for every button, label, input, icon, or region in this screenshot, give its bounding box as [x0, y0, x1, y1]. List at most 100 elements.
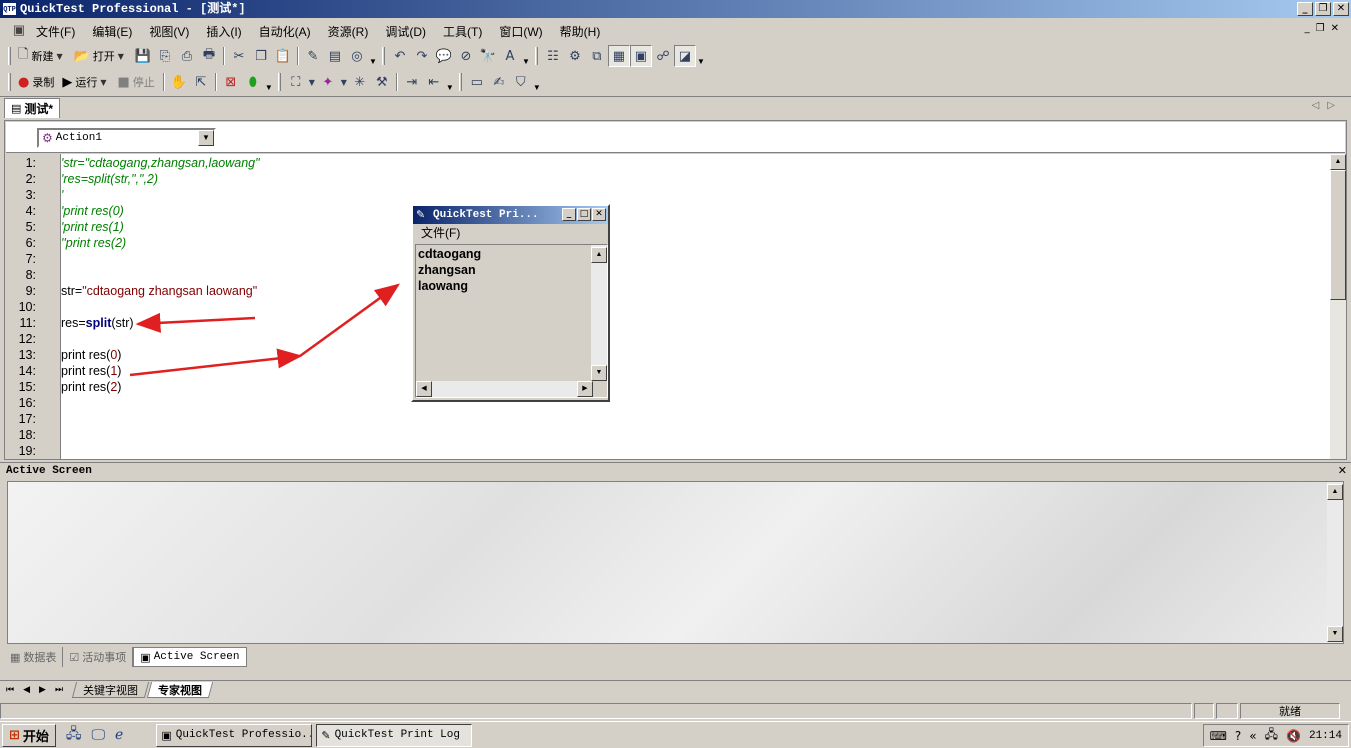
close-button[interactable]: ✕ — [592, 208, 606, 221]
scroll-up-icon[interactable]: ▲ — [591, 247, 607, 263]
step-icon[interactable]: ✳ — [349, 71, 371, 93]
analog-recording-icon[interactable]: ✋ — [168, 71, 190, 93]
menu-help[interactable]: 帮助(H) — [560, 23, 601, 40]
save-icon[interactable]: 💾 — [132, 45, 154, 67]
prev-icon[interactable]: ◀ — [23, 685, 30, 695]
replace-icon[interactable]: A — [499, 45, 521, 67]
step-into-icon[interactable]: ⇥ — [401, 71, 423, 93]
last-icon[interactable]: ⏭ — [55, 685, 63, 695]
object-repository-icon[interactable]: ⧉ — [586, 45, 608, 67]
help-icon[interactable]: ? — [1235, 729, 1241, 743]
maximize-button[interactable]: □ — [577, 208, 591, 221]
next-icon[interactable]: ▶ — [39, 685, 46, 695]
close-button[interactable]: ✕ — [1333, 2, 1349, 16]
redo-icon[interactable]: ↷ — [411, 45, 433, 67]
results-icon[interactable]: ⊠ — [220, 71, 242, 93]
data-table-icon[interactable]: ▦ — [607, 45, 630, 67]
step-generator-icon[interactable]: ⚒ — [371, 71, 393, 93]
menu-insert[interactable]: 插入(I) — [206, 23, 241, 40]
options-icon[interactable]: ✍ — [488, 71, 510, 93]
properties-icon[interactable]: ▤ — [324, 45, 346, 67]
cut-icon[interactable]: ✂ — [228, 45, 250, 67]
debug-viewer-icon[interactable]: ◪ — [673, 45, 696, 67]
menu-resources[interactable]: 资源(R) — [328, 23, 369, 40]
keyword-view-icon[interactable]: ▭ — [466, 71, 488, 93]
record-button[interactable]: ● 录制 — [15, 71, 57, 93]
tab-data-table[interactable]: ▦ 数据表 — [4, 647, 64, 667]
insert-checkpoint-icon[interactable]: ⛶ — [285, 71, 307, 93]
chevron-left-icon[interactable]: « — [1249, 729, 1256, 743]
menu-tools[interactable]: 工具(T) — [443, 23, 482, 40]
print-log-output[interactable]: cdtaogang zhangsan laowang ▲ ▼ ◀ ▶ — [415, 244, 608, 398]
print-log-horizontal-scrollbar[interactable]: ◀ ▶ — [416, 381, 593, 397]
toolbar-overflow-icon[interactable]: ▼ — [532, 72, 542, 92]
find-icon[interactable]: 🔭 — [477, 45, 499, 67]
toolbar-overflow-icon[interactable]: ▼ — [696, 46, 706, 66]
dropdown-arrow-icon[interactable]: ▼ — [307, 71, 317, 93]
task-quicktest-professional[interactable]: ▣ QuickTest Professio... — [156, 723, 313, 747]
task-print-log[interactable]: ✎ QuickTest Print Log — [316, 723, 473, 747]
tab-keyword-view[interactable]: 关键字视图 — [71, 681, 150, 698]
print-preview-icon[interactable]: ⎙ — [176, 45, 198, 67]
relations-icon[interactable]: ☍ — [652, 45, 674, 67]
comment-icon[interactable]: 💬 — [433, 45, 455, 67]
volume-icon[interactable]: 🔇 — [1286, 729, 1301, 743]
new-button[interactable]: 🗋 新建 ▼ — [15, 45, 69, 67]
action-selector[interactable]: ⚙ Action1 ▼ — [37, 128, 216, 148]
mdi-controls[interactable]: _❐✕ — [1305, 23, 1345, 34]
menu-edit[interactable]: 编辑(E) — [92, 23, 132, 40]
chevron-down-icon[interactable]: ▼ — [198, 130, 214, 146]
paste-icon[interactable]: 📋 — [272, 45, 294, 67]
network-icon[interactable]: 🖧 — [1265, 725, 1278, 746]
minimize-button[interactable]: _ — [562, 208, 576, 221]
restore-button[interactable]: ❐ — [1315, 2, 1331, 16]
scroll-down-icon[interactable]: ▼ — [591, 365, 607, 381]
print-log-vertical-scrollbar[interactable]: ▲ ▼ — [591, 245, 607, 381]
scroll-thumb[interactable] — [1330, 170, 1346, 300]
run-button[interactable]: ▶ 运行 ▼ — [59, 71, 112, 93]
first-icon[interactable]: ⏮ — [6, 685, 14, 695]
scroll-right-icon[interactable]: ▶ — [577, 381, 593, 397]
print-log-title-bar[interactable]: ✎ QuickTest Pri... _ □ ✕ — [413, 206, 608, 224]
menu-automation[interactable]: 自动化(A) — [259, 23, 311, 40]
scroll-left-icon[interactable]: ◀ — [416, 381, 432, 397]
edit-icon[interactable]: ✎ — [302, 45, 324, 67]
step-out-icon[interactable]: ⇤ — [423, 71, 445, 93]
insert-output-icon[interactable]: ✦ — [317, 71, 339, 93]
tab-expert-view[interactable]: 专家视图 — [146, 681, 214, 698]
code-area[interactable]: 'str="cdtaogang,zhangsan,laowang" 'res=s… — [61, 154, 1330, 459]
check-syntax-icon[interactable]: ◎ — [346, 45, 368, 67]
uncomment-icon[interactable]: ⊘ — [455, 45, 477, 67]
active-screen-icon[interactable]: ▣ — [629, 45, 652, 67]
resources-icon[interactable]: ⚙ — [564, 45, 586, 67]
toolbar-grip[interactable] — [8, 47, 11, 65]
open-button[interactable]: 📂 打开 ▼ — [71, 45, 130, 67]
active-screen-scrollbar[interactable]: ▲ ▼ — [1327, 482, 1343, 643]
print-icon[interactable]: 🖶 — [198, 45, 220, 67]
keyboard-icon[interactable]: ⌨ — [1210, 729, 1227, 743]
dropdown-arrow-icon[interactable]: ▼ — [339, 71, 349, 93]
toolbar-overflow-icon[interactable]: ▼ — [264, 72, 274, 92]
test-flow-icon[interactable]: ☷ — [542, 45, 564, 67]
checkpoint-icon[interactable]: ⬮ — [242, 71, 264, 93]
scroll-up-icon[interactable]: ▲ — [1327, 484, 1343, 500]
menu-file[interactable]: 文件(F) — [36, 23, 75, 40]
copy-icon[interactable]: ❐ — [250, 45, 272, 67]
toolbar-overflow-icon[interactable]: ▼ — [445, 72, 455, 92]
save-all-icon[interactable]: ⎘ — [154, 45, 176, 67]
minimize-button[interactable]: _ — [1297, 2, 1313, 16]
menu-file[interactable]: 文件(F) — [421, 226, 460, 240]
ie-icon[interactable]: ℯ — [115, 727, 123, 743]
toolbar-overflow-icon[interactable]: ▼ — [521, 46, 531, 66]
stop-button[interactable]: ■ 停止 — [115, 71, 158, 93]
menu-debug[interactable]: 调试(D) — [385, 23, 426, 40]
scroll-up-icon[interactable]: ▲ — [1330, 154, 1346, 170]
editor-vertical-scrollbar[interactable]: ▲ — [1330, 154, 1346, 459]
toolbar-overflow-icon[interactable]: ▼ — [368, 46, 378, 66]
test-settings-icon[interactable]: ⛉ — [510, 71, 532, 93]
close-icon[interactable]: ✕ — [1338, 463, 1347, 479]
tab-todo[interactable]: ☑ 活动事项 — [63, 647, 134, 667]
tab-nav-arrows[interactable]: ◁▷ — [1312, 100, 1343, 111]
server-manager-icon[interactable]: 🖧 — [66, 723, 82, 747]
scroll-down-icon[interactable]: ▼ — [1327, 626, 1343, 642]
